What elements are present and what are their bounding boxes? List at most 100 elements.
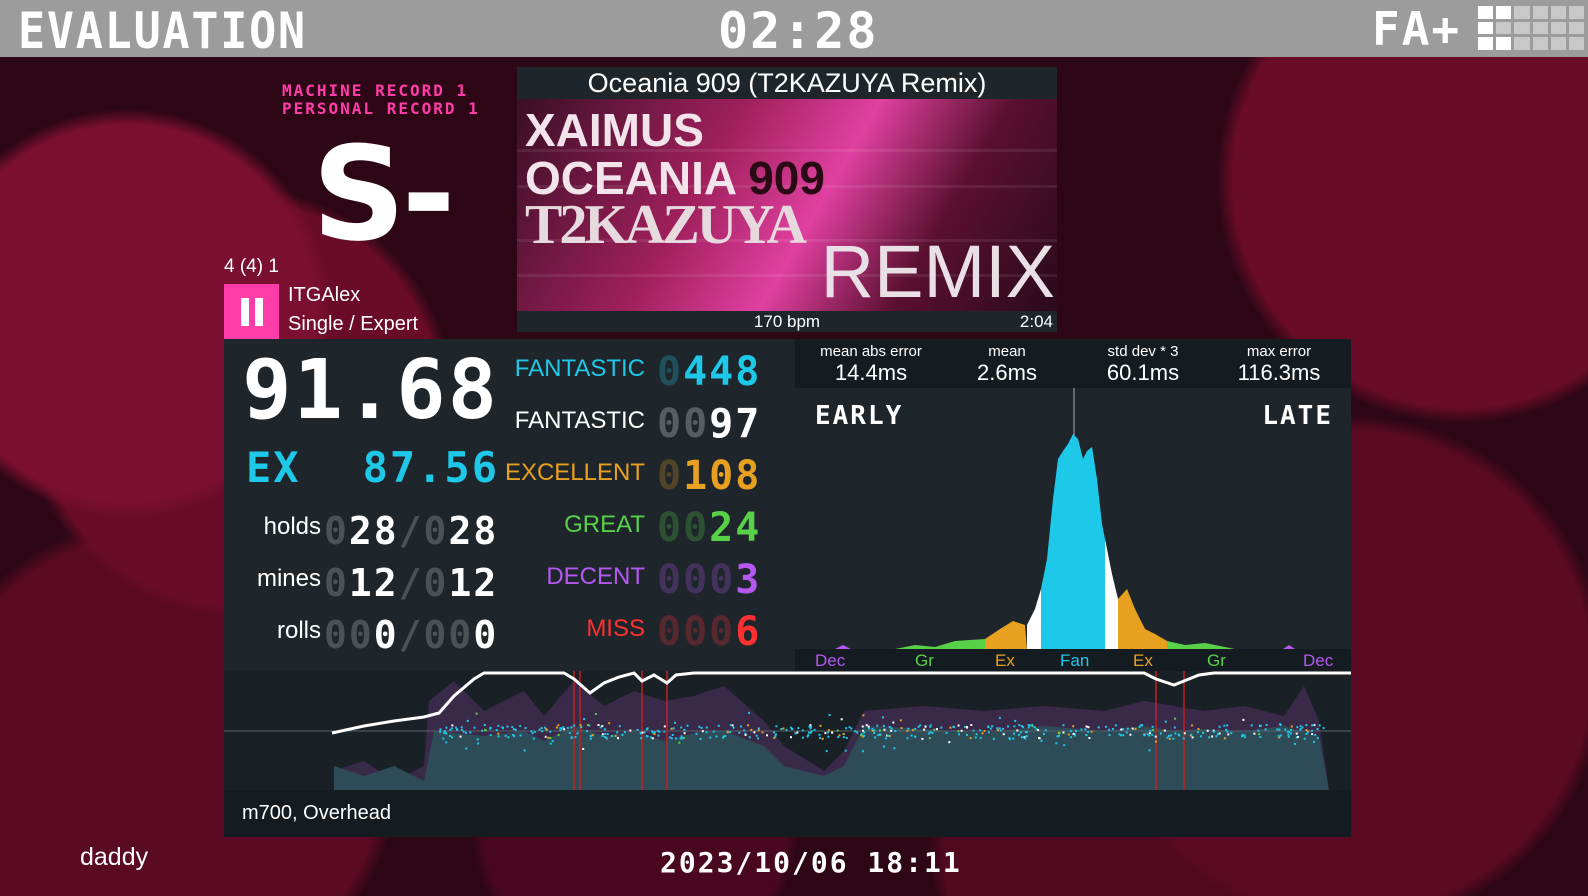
judgment-row: FANTASTIC 0097 (515, 395, 795, 447)
scatter-dot (979, 729, 981, 732)
scatter-dot (1258, 733, 1261, 736)
scatter-dot (848, 726, 851, 729)
scatter-dot (935, 728, 938, 731)
scatter-dot (1191, 736, 1194, 739)
score-percent: 91.68 (242, 343, 499, 438)
scatter-dot (1084, 728, 1087, 731)
scatter-dot (682, 737, 685, 739)
scatter-dot (906, 737, 909, 740)
scatter-dot (890, 729, 893, 732)
scatter-dot (1080, 728, 1083, 731)
judgment-count: 0108 (657, 453, 762, 499)
scatter-dot (605, 737, 608, 740)
scatter-dot (497, 732, 500, 735)
scatter-dot (1033, 726, 1036, 729)
scatter-dot (1276, 728, 1279, 731)
scatter-dot (1190, 733, 1193, 736)
scatter-dot (700, 726, 703, 729)
scatter-dot (1174, 732, 1177, 735)
scatter-dot (874, 736, 877, 739)
scatter-dot (563, 728, 566, 731)
scatter-dot (1296, 736, 1299, 738)
personal-record: PERSONAL RECORD 1 (282, 99, 480, 118)
scatter-dot (594, 713, 597, 715)
screen-title: EVALUATION (18, 2, 307, 60)
scatter-dot (1151, 729, 1154, 732)
scatter-dot (748, 736, 751, 739)
scatter-dot (850, 727, 853, 730)
scatter-dot (940, 726, 943, 729)
scatter-dot (974, 736, 977, 739)
scatter-dot (523, 749, 526, 752)
scatter-dot (439, 728, 442, 731)
scatter-dot (854, 730, 857, 733)
scatter-dot (597, 724, 600, 726)
scatter-dot (801, 729, 804, 732)
scatter-dot (460, 728, 463, 731)
records-info: MACHINE RECORD 1 PERSONAL RECORD 1 (282, 82, 480, 118)
scatter-dot (907, 727, 910, 730)
scatter-dot (678, 741, 681, 744)
scatter-dot (1088, 737, 1091, 739)
scatter-dot (933, 728, 936, 731)
scatter-dot (774, 733, 777, 736)
scatter-dot (952, 725, 955, 728)
scatter-dot (1072, 725, 1075, 728)
scatter-dot (663, 730, 666, 733)
scatter-dot (863, 734, 865, 737)
axis-label: Fan (1060, 651, 1090, 670)
scatter-dot (1134, 727, 1137, 730)
scatter-dot (1284, 728, 1287, 731)
scatter-dot (969, 737, 972, 740)
scatter-dot (796, 731, 799, 734)
scatter-dot (549, 742, 552, 745)
scatter-dot (893, 747, 896, 750)
scatter-dot (1314, 733, 1317, 736)
scatter-dot (1024, 737, 1027, 740)
banner-remix: REMIX (820, 230, 1055, 311)
scatter-dot (445, 741, 448, 744)
scatter-dot (1173, 726, 1176, 729)
scatter-dot (570, 726, 573, 729)
scatter-dot (514, 728, 517, 731)
scatter-dot (1062, 724, 1065, 727)
profile-name: daddy (80, 843, 149, 871)
scatter-dot (868, 727, 870, 730)
scatter-dot (782, 727, 785, 730)
scatter-dot (927, 732, 930, 735)
scatter-dot (1029, 724, 1031, 727)
axis-label: Ex (1133, 651, 1153, 670)
scatter-dot (668, 736, 671, 739)
scatter-dot (1259, 724, 1262, 727)
scatter-dot (473, 726, 476, 729)
life-graph (224, 671, 1351, 790)
scatter-dot (873, 729, 876, 732)
scatter-dot (1305, 724, 1308, 727)
scatter-dot (910, 734, 913, 737)
scatter-dot (884, 737, 887, 740)
scatter-dot (1012, 737, 1015, 740)
scatter-dot (476, 738, 479, 741)
scatter-dot (726, 731, 729, 734)
scatter-dot (724, 735, 727, 738)
scatter-dot (1211, 735, 1214, 738)
judgment-count: 0024 (657, 505, 762, 551)
scatter-dot (981, 732, 984, 735)
scatter-dot (1151, 733, 1154, 736)
scatter-dot (651, 737, 654, 740)
scatter-dot (1290, 725, 1293, 728)
scatter-dot (842, 736, 845, 739)
scatter-dot (1122, 728, 1125, 731)
scatter-dot (871, 728, 874, 731)
scatter-dot (481, 729, 484, 732)
scatter-dot (683, 732, 686, 735)
scatter-dot (970, 724, 973, 726)
scatter-dot (674, 721, 676, 724)
score-panel: 91.68 EX 87.56 (224, 339, 515, 501)
scatter-dot (1022, 726, 1025, 729)
scatter-dot (1018, 724, 1021, 727)
scatter-dot (1009, 738, 1011, 740)
scatter-dot (1313, 724, 1316, 727)
scatter-dot (601, 725, 604, 728)
scatter-dot (883, 728, 886, 731)
